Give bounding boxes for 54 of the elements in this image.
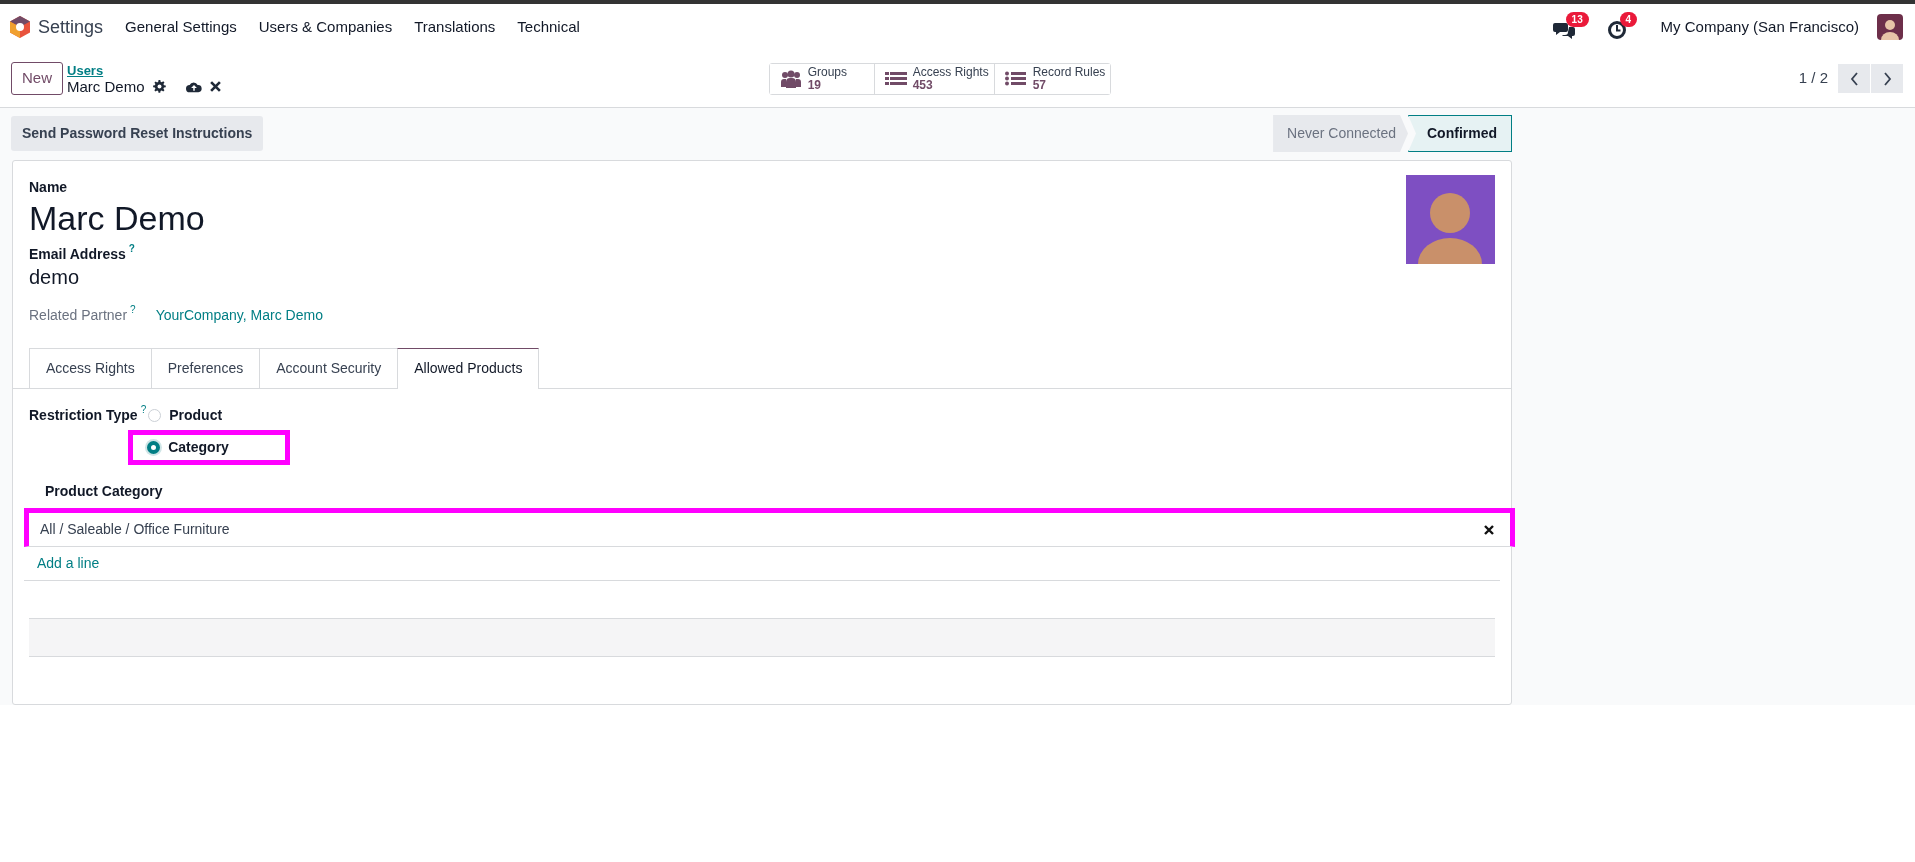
field-label: Related Partner bbox=[29, 306, 128, 325]
radio-button[interactable] bbox=[147, 441, 161, 454]
smart-button[interactable]: Groups 19 bbox=[769, 63, 875, 94]
field-label: Name bbox=[29, 178, 69, 197]
cloud-upload-icon[interactable] bbox=[185, 79, 202, 93]
users-icon bbox=[779, 68, 802, 89]
close-icon[interactable] bbox=[209, 80, 221, 92]
chevron-left-icon bbox=[1849, 71, 1859, 86]
smart-button-label: Record Rules bbox=[1032, 65, 1106, 79]
help-tooltip[interactable]: ? bbox=[128, 244, 135, 254]
partner-link[interactable]: YourCompany, Marc Demo bbox=[155, 305, 323, 326]
email-value: demo bbox=[29, 265, 81, 289]
tab[interactable]: Allowed Products bbox=[397, 348, 540, 389]
help-tooltip[interactable]: ? bbox=[130, 305, 136, 315]
previous-button[interactable] bbox=[1838, 64, 1870, 93]
activities-button[interactable]: 4 bbox=[1606, 12, 1643, 42]
user-avatar-icon[interactable] bbox=[1877, 14, 1903, 40]
status-stage[interactable]: Confirmed bbox=[1408, 115, 1512, 152]
status-stage[interactable]: Never Connected bbox=[1273, 115, 1408, 152]
record-title: Marc Demo bbox=[67, 77, 145, 95]
name-value: Marc Demo bbox=[29, 198, 206, 238]
menu-item[interactable]: Technical bbox=[517, 15, 580, 39]
column-header: Product Category bbox=[44, 482, 164, 501]
delete-icon[interactable] bbox=[1484, 524, 1494, 535]
smart-button-count: 453 bbox=[912, 78, 934, 92]
app-logo-icon bbox=[10, 16, 30, 38]
reset-password-button[interactable]: Send Password Reset Instructions bbox=[11, 116, 264, 151]
breadcrumb-link[interactable]: Users bbox=[67, 62, 221, 78]
add-line-link[interactable]: Add a line bbox=[24, 547, 116, 580]
field-label: Restriction Type bbox=[29, 406, 138, 425]
company-switcher[interactable]: My Company (San Francisco) bbox=[1660, 15, 1859, 39]
help-tooltip[interactable]: ? bbox=[140, 405, 147, 415]
radio-label[interactable]: Category bbox=[168, 437, 229, 458]
menu-item[interactable]: Translations bbox=[414, 15, 496, 39]
smart-button-count: 19 bbox=[807, 78, 822, 92]
messages-button[interactable]: 13 bbox=[1552, 12, 1589, 42]
menu-item[interactable]: Users & Companies bbox=[258, 15, 393, 39]
next-button[interactable] bbox=[1871, 64, 1903, 93]
smart-button-label: Access Rights bbox=[912, 65, 989, 79]
activity-count-badge: 4 bbox=[1619, 12, 1638, 27]
pager-value: 1 / 2 bbox=[1798, 68, 1828, 89]
field-label: Email Address bbox=[29, 246, 126, 262]
menu-item[interactable]: General Settings bbox=[125, 15, 237, 39]
table-cell-text: All / Saleable / Office Furniture bbox=[40, 520, 231, 539]
smart-button-label: Groups bbox=[807, 65, 848, 79]
app-name: Settings bbox=[38, 15, 104, 39]
chevron-right-icon bbox=[1882, 71, 1892, 86]
gear-icon[interactable] bbox=[152, 79, 166, 93]
radio-label[interactable]: Product bbox=[169, 405, 223, 426]
clock-icon bbox=[1606, 20, 1627, 40]
new-button[interactable]: New bbox=[11, 62, 63, 95]
smart-button-count: 57 bbox=[1032, 78, 1048, 92]
message-count-badge: 13 bbox=[1565, 12, 1589, 27]
tab[interactable]: Access Rights bbox=[29, 348, 152, 388]
